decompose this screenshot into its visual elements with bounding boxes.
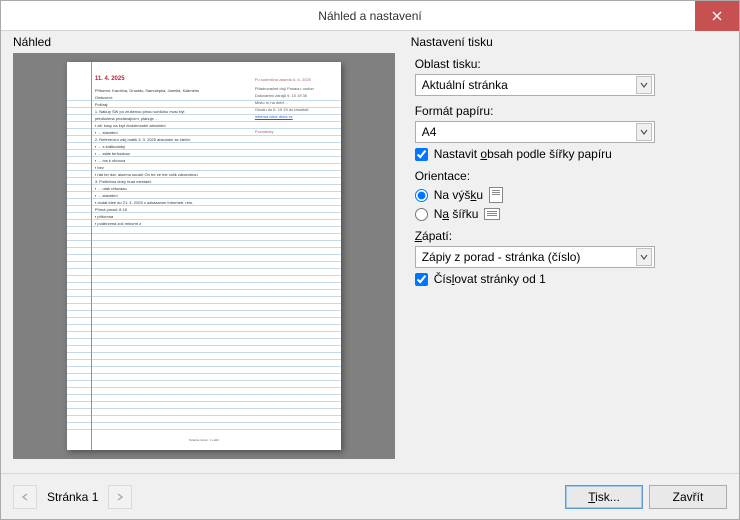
page-margin-line — [91, 62, 92, 450]
settings-group: Nastavení tisku Oblast tisku: Aktuální s… — [411, 39, 727, 469]
next-page-button[interactable] — [108, 485, 132, 509]
preview-frame: 11. 4. 2025 Přítomní: Karolína, Grustáv,… — [13, 53, 395, 459]
dialog-window: Náhled a nastavení Náhled 11. 4. 2025 Př… — [0, 0, 740, 520]
orientation-portrait[interactable]: Na výšku — [415, 187, 727, 203]
close-button[interactable] — [695, 1, 739, 31]
preview-page: 11. 4. 2025 Přítomní: Karolína, Grustáv,… — [67, 62, 341, 450]
landscape-radio[interactable] — [415, 208, 428, 221]
landscape-label: Na šířku — [434, 207, 479, 221]
number-pages-input[interactable] — [415, 273, 428, 286]
print-area-label: Oblast tisku: — [415, 57, 727, 71]
portrait-label: Na výšku — [434, 188, 483, 202]
chevron-down-icon — [636, 123, 652, 141]
print-button[interactable]: Tisk... — [565, 485, 643, 509]
close-icon — [712, 11, 722, 21]
fit-width-input[interactable] — [415, 148, 428, 161]
window-title: Náhled a nastavení — [318, 9, 421, 23]
landscape-icon — [484, 208, 500, 220]
print-area-select[interactable]: Aktuální stránka — [415, 74, 655, 96]
orientation-landscape[interactable]: Na šířku — [415, 207, 727, 221]
settings-legend: Nastavení tisku — [411, 35, 497, 49]
close-dialog-button[interactable]: Zavřít — [649, 485, 727, 509]
fit-width-checkbox[interactable]: Nastavit obsah podle šířky papíru — [415, 147, 727, 161]
chevron-down-icon — [636, 248, 652, 266]
chevron-down-icon — [636, 76, 652, 94]
prev-page-button[interactable] — [13, 485, 37, 509]
page-right-sub: Poznámky — [255, 128, 314, 135]
arrow-left-icon — [21, 493, 29, 501]
number-pages-checkbox[interactable]: Číslovat stránky od 1 — [415, 272, 727, 286]
preview-legend: Náhled — [13, 35, 55, 49]
orientation-label: Orientace: — [415, 169, 727, 183]
page-right-lines: Přiadrovačně dojí Posaou: vodonDoluvantn… — [255, 85, 314, 113]
paper-format-label: Formát papíru: — [415, 104, 727, 118]
number-pages-label: Číslovat stránky od 1 — [434, 272, 546, 286]
dialog-body: Náhled 11. 4. 2025 Přítomní: Karolína, G… — [1, 31, 739, 473]
arrow-right-icon — [116, 493, 124, 501]
titlebar: Náhled a nastavení — [1, 1, 739, 31]
print-area-value: Aktuální stránka — [422, 78, 508, 92]
preview-group: Náhled 11. 4. 2025 Přítomní: Karolína, G… — [13, 39, 395, 469]
footer-select[interactable]: Zápiy z porad - stránka (číslo) — [415, 246, 655, 268]
portrait-icon — [489, 187, 503, 203]
page-indicator: Stránka 1 — [47, 490, 98, 504]
footer-label: Zápatí: — [415, 229, 727, 243]
fit-width-label: Nastavit obsah podle šířky papíru — [434, 147, 612, 161]
page-right-header: Po submičná zasedu 6. 6. 2025 — [255, 76, 314, 83]
footer-value: Zápiy z porad - stránka (číslo) — [422, 250, 581, 264]
page-right-link: informa otice dnes cz — [255, 113, 314, 120]
page-right-column: Po submičná zasedu 6. 6. 2025 Přiadrovač… — [255, 76, 314, 135]
page-footer-text: Stránka zázen: 1 oddíl — [67, 438, 341, 442]
portrait-radio[interactable] — [415, 189, 428, 202]
paper-format-select[interactable]: A4 — [415, 121, 655, 143]
page-content: 11. 4. 2025 Přítomní: Karolína, Grustáv,… — [95, 76, 323, 227]
dialog-footer: Stránka 1 Tisk... Zavřít — [1, 473, 739, 519]
paper-format-value: A4 — [422, 125, 437, 139]
